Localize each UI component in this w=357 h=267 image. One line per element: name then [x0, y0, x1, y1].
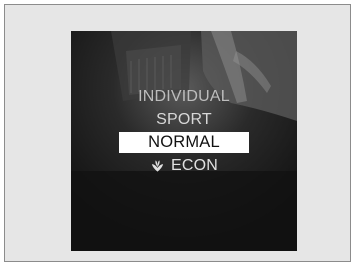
mode-option-sport[interactable]: SPORT: [71, 110, 297, 130]
illustration-frame: INDIVIDUAL SPORT NORMAL ECON: [4, 4, 351, 262]
mode-option-normal-selected[interactable]: NORMAL: [119, 132, 249, 153]
display-screen: INDIVIDUAL SPORT NORMAL ECON: [71, 31, 297, 251]
mode-option-econ[interactable]: ECON: [71, 156, 297, 179]
mode-option-label: INDIVIDUAL: [138, 88, 230, 105]
drive-mode-menu: INDIVIDUAL SPORT NORMAL ECON: [71, 31, 297, 251]
mode-option-label: NORMAL: [148, 133, 220, 151]
mode-option-label: SPORT: [156, 111, 212, 128]
mode-option-individual[interactable]: INDIVIDUAL: [71, 87, 297, 107]
eco-leaf-icon: [151, 160, 164, 172]
mode-option-label: ECON: [170, 157, 219, 174]
